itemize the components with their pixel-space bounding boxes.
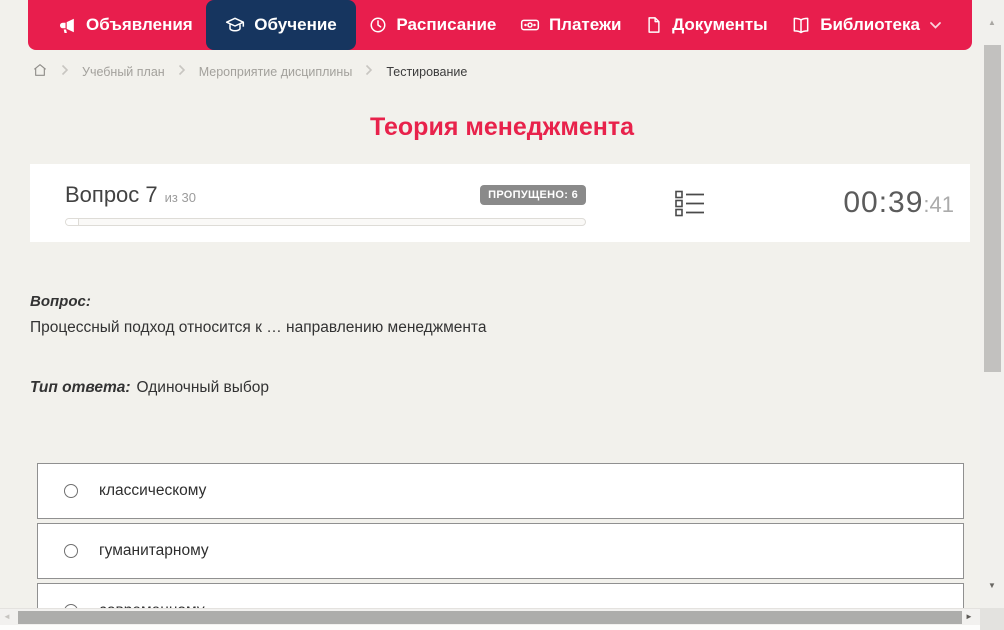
answer-option-2[interactable]: гуманитарному	[37, 523, 964, 579]
progress-bar	[65, 218, 586, 226]
vertical-scrollbar[interactable]: ▲ ▼	[980, 0, 1004, 608]
horizontal-scrollbar-thumb[interactable]	[18, 611, 962, 624]
horizontal-scrollbar[interactable]: ◄ ►	[0, 608, 980, 625]
question-prompt-text: Процессный подход относится к … направле…	[30, 319, 487, 336]
timer: 00:39:41	[843, 186, 954, 220]
library-icon	[791, 15, 811, 35]
nav-item-label: Платежи	[548, 15, 622, 34]
question-prompt-label: Вопрос:	[30, 293, 91, 310]
question-header-card: Вопрос 7 из 30 ПРОПУЩЕНО: 6 00:39:41	[30, 164, 970, 242]
top-navbar: Объявления Обучение Расписание Платежи Д…	[28, 0, 972, 50]
nav-item-schedule[interactable]: Расписание	[359, 0, 506, 50]
answer-type-value: Одиночный выбор	[136, 379, 270, 396]
nav-item-label: Расписание	[396, 15, 497, 34]
breadcrumb-item-study-plan[interactable]: Учебный план	[82, 65, 165, 79]
question-progress-group: Вопрос 7 из 30 ПРОПУЩЕНО: 6	[65, 182, 586, 226]
nav-item-documents[interactable]: Документы	[635, 0, 778, 50]
document-icon	[645, 16, 663, 34]
breadcrumb-chevron-icon	[178, 64, 186, 79]
question-total: из 30	[164, 190, 196, 205]
nav-item-library[interactable]: Библиотека	[781, 0, 952, 50]
breadcrumb-chevron-icon	[61, 64, 69, 79]
answer-option-1[interactable]: классическому	[37, 463, 964, 519]
nav-item-label: Объявления	[86, 15, 193, 34]
scroll-down-arrow-icon[interactable]: ▼	[980, 581, 1004, 590]
graduation-cap-icon	[225, 15, 245, 35]
breadcrumb: Учебный план Мероприятие дисциплины Тест…	[32, 62, 467, 81]
answer-options: классическому гуманитарному современному	[37, 463, 964, 630]
chevron-down-icon	[929, 21, 942, 30]
answer-option-label: гуманитарному	[99, 542, 209, 559]
nav-item-payments[interactable]: Платежи	[510, 0, 632, 50]
bottom-strip	[0, 625, 980, 630]
answer-option-label: классическому	[99, 482, 207, 499]
scroll-left-arrow-icon[interactable]: ◄	[3, 612, 11, 621]
breadcrumb-item-discipline-event[interactable]: Мероприятие дисциплины	[199, 65, 353, 79]
skipped-badge: ПРОПУЩЕНО: 6	[480, 185, 586, 205]
scroll-up-arrow-icon[interactable]: ▲	[980, 18, 1004, 27]
timer-minutes: 00:39	[843, 186, 924, 219]
scrollbar-corner	[980, 608, 1004, 630]
megaphone-icon	[58, 16, 77, 35]
payments-icon	[520, 15, 540, 35]
question-list-icon[interactable]	[675, 190, 705, 222]
nav-item-announcements[interactable]: Объявления	[48, 0, 203, 50]
nav-item-label: Документы	[672, 15, 768, 34]
progress-bar-thumb	[66, 219, 79, 225]
radio-button[interactable]	[64, 484, 78, 498]
question-number: Вопрос 7	[65, 182, 158, 207]
nav-item-label: Библиотека	[820, 15, 920, 34]
breadcrumb-chevron-icon	[365, 64, 373, 79]
answer-type-row: Тип ответа: Одиночный выбор	[30, 379, 269, 397]
nav-item-label: Обучение	[254, 15, 337, 34]
clock-icon	[369, 16, 387, 34]
radio-button[interactable]	[64, 544, 78, 558]
answer-type-label: Тип ответа:	[30, 379, 131, 396]
vertical-scrollbar-thumb[interactable]	[984, 45, 1001, 372]
timer-seconds: :41	[923, 192, 954, 217]
scroll-right-arrow-icon[interactable]: ►	[965, 612, 973, 621]
nav-item-learning[interactable]: Обучение	[206, 0, 356, 50]
home-icon[interactable]	[32, 62, 48, 81]
breadcrumb-item-testing: Тестирование	[386, 64, 468, 79]
page-title: Теория менеджмента	[369, 113, 634, 141]
